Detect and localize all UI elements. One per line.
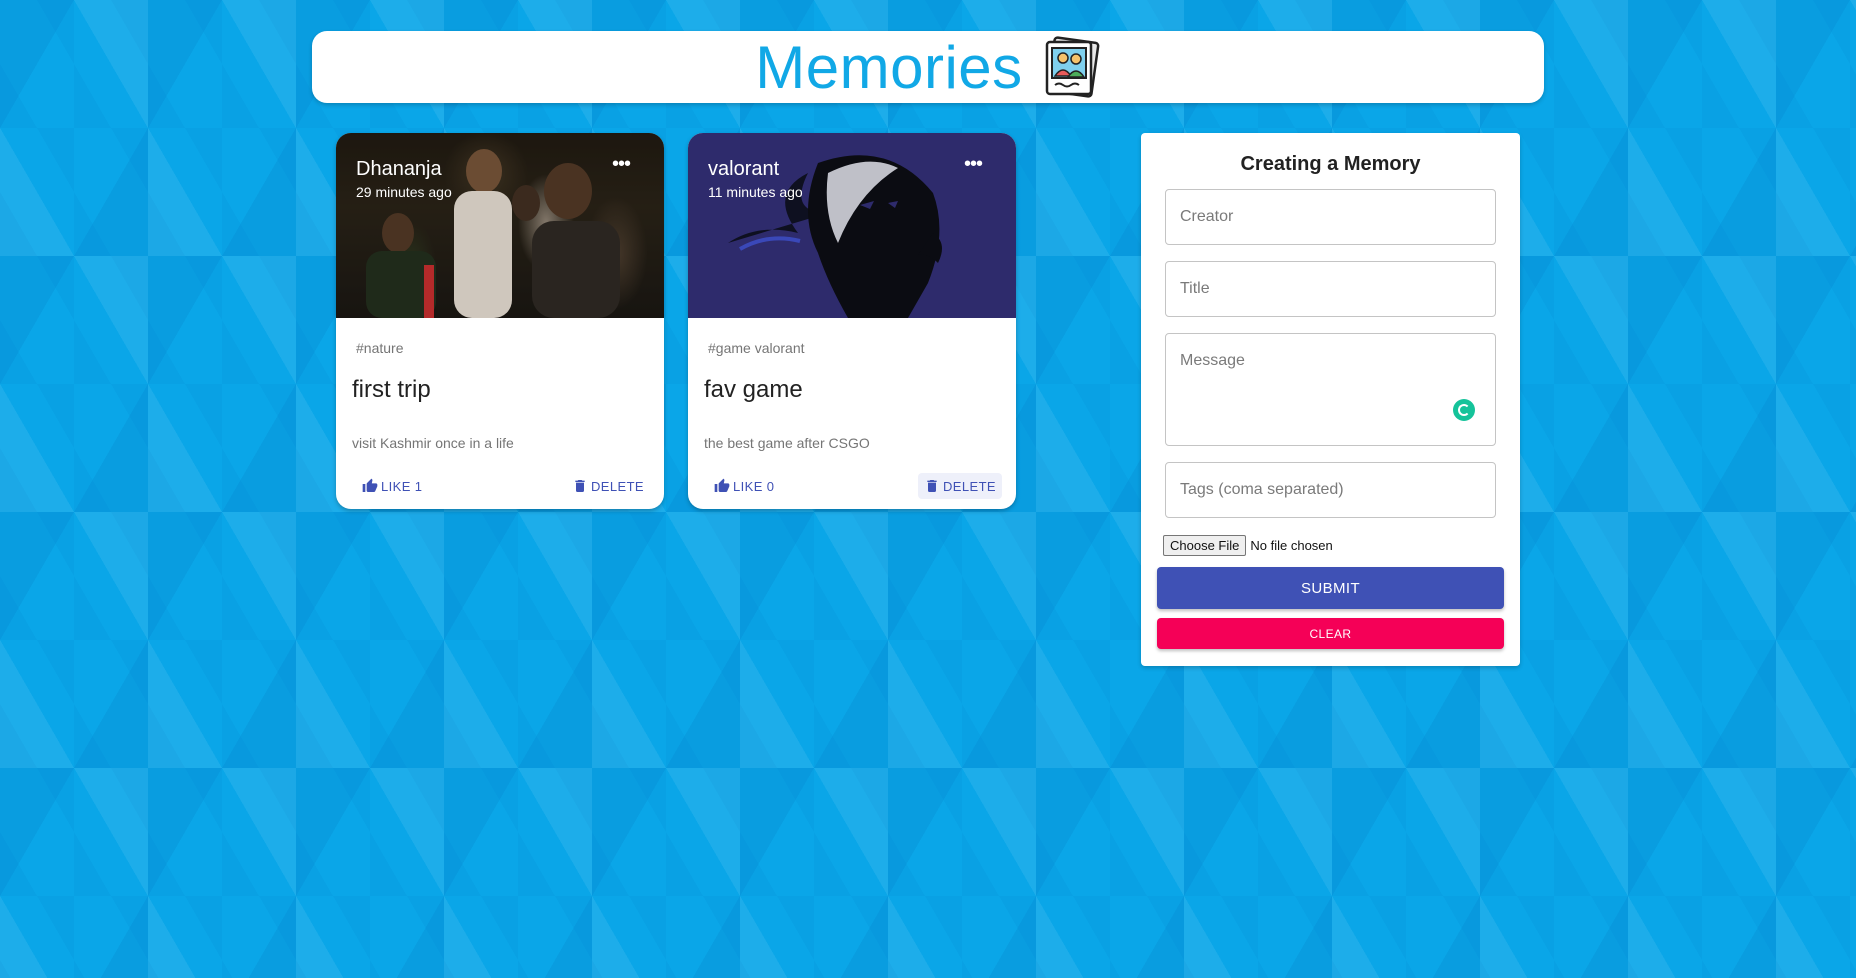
message-field <box>1165 333 1496 446</box>
file-status: No file chosen <box>1250 538 1333 553</box>
post-title: fav game <box>704 376 803 403</box>
post-tags: #game valorant <box>708 340 805 356</box>
like-label: LIKE 1 <box>381 478 423 494</box>
choose-file-button[interactable]: Choose File <box>1163 535 1247 556</box>
post-message: visit Kashmir once in a life <box>352 435 514 451</box>
delete-button[interactable]: DELETE <box>566 473 650 499</box>
post-time: 29 minutes ago <box>356 184 452 200</box>
post-card: valorant 11 minutes ago ••• #game valora… <box>688 133 1016 509</box>
post-image: Dhananja 29 minutes ago ••• <box>336 133 664 318</box>
post-creator: valorant <box>708 158 780 180</box>
tags-field <box>1165 462 1496 518</box>
submit-button[interactable]: SUBMIT <box>1157 567 1504 609</box>
photo-album-icon <box>1045 36 1100 98</box>
clear-button[interactable]: CLEAR <box>1157 618 1504 649</box>
delete-label: DELETE <box>943 478 996 494</box>
creator-input[interactable] <box>1166 190 1495 244</box>
file-picker: Choose File No file chosen <box>1163 535 1333 556</box>
post-title: first trip <box>352 376 431 403</box>
post-image: valorant 11 minutes ago ••• <box>688 133 1016 318</box>
trash-icon <box>927 480 937 492</box>
more-options-icon[interactable]: ••• <box>612 154 631 174</box>
like-button[interactable]: LIKE 1 <box>356 473 428 499</box>
like-label: LIKE 0 <box>733 478 775 494</box>
creator-field <box>1165 189 1496 245</box>
more-options-icon[interactable]: ••• <box>964 154 983 174</box>
like-button[interactable]: LIKE 0 <box>708 473 780 499</box>
create-memory-form: Creating a Memory Choose File No file ch… <box>1141 133 1520 666</box>
post-header: valorant 11 minutes ago <box>708 157 803 200</box>
trash-icon <box>575 480 585 492</box>
delete-label: DELETE <box>591 478 644 494</box>
post-actions: LIKE 0 DELETE <box>688 473 1016 499</box>
app-title: Memories <box>755 33 1023 101</box>
post-message: the best game after CSGO <box>704 435 870 451</box>
post-creator: Dhananja <box>356 158 442 180</box>
post-time: 11 minutes ago <box>708 184 803 200</box>
post-card: Dhananja 29 minutes ago ••• #nature firs… <box>336 133 664 509</box>
form-heading: Creating a Memory <box>1240 153 1421 175</box>
title-input[interactable] <box>1166 262 1495 316</box>
thumb-up-icon <box>714 478 730 492</box>
post-actions: LIKE 1 DELETE <box>336 473 664 499</box>
app-bar: Memories <box>312 31 1544 103</box>
title-field <box>1165 261 1496 317</box>
tags-input[interactable] <box>1166 463 1495 517</box>
post-tags: #nature <box>356 340 404 356</box>
grammarly-icon[interactable] <box>1453 399 1475 421</box>
thumb-up-icon <box>362 478 378 492</box>
message-input[interactable] <box>1166 334 1495 445</box>
delete-button[interactable]: DELETE <box>918 473 1002 499</box>
post-header: Dhananja 29 minutes ago <box>356 157 452 200</box>
